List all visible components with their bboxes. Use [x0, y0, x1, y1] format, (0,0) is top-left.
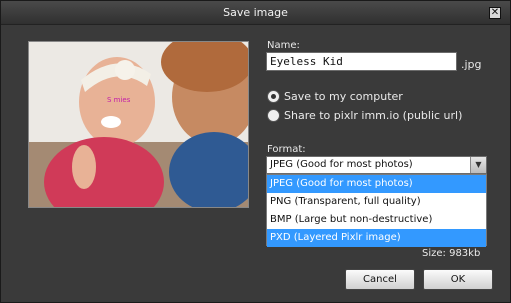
format-select[interactable]: JPEG (Good for most photos) ▼	[266, 156, 487, 174]
format-option-png[interactable]: PNG (Transparent, full quality)	[267, 193, 486, 211]
dialog-title: Save image	[223, 6, 288, 19]
title-bar[interactable]: Save image ✕	[1, 1, 510, 25]
radio-unselected-icon[interactable]	[267, 109, 280, 122]
format-option-bmp[interactable]: BMP (Large but non-destructive)	[267, 211, 486, 229]
format-option-jpeg[interactable]: JPEG (Good for most photos)	[267, 175, 486, 193]
radio-share-imm-io[interactable]: Share to pixlr imm.io (public url)	[267, 109, 462, 122]
name-field[interactable]: Eyeless Kid	[266, 52, 457, 71]
ok-button[interactable]: OK	[423, 269, 493, 290]
radio-label: Share to pixlr imm.io (public url)	[284, 109, 463, 122]
close-icon[interactable]: ✕	[489, 7, 501, 19]
chevron-down-icon[interactable]: ▼	[470, 157, 486, 173]
preview-overlay-text: S mies	[107, 96, 131, 104]
radio-save-to-computer[interactable]: Save to my computer	[267, 90, 403, 103]
radio-selected-icon[interactable]	[267, 90, 280, 103]
extension-label: .jpg	[461, 58, 482, 71]
cancel-button[interactable]: Cancel	[345, 269, 415, 290]
format-dropdown-list: JPEG (Good for most photos) PNG (Transpa…	[266, 174, 487, 247]
save-image-dialog: Save image ✕ S mies Name: Eyeless Kid .j…	[0, 0, 511, 303]
photo-thumbnail: S mies	[29, 42, 248, 207]
format-label: Format:	[267, 144, 306, 155]
file-size-label: Size: 983kb	[422, 248, 481, 259]
name-label: Name:	[267, 40, 300, 51]
format-selected-value: JPEG (Good for most photos)	[270, 159, 413, 170]
image-preview: S mies	[28, 41, 249, 208]
radio-label: Save to my computer	[284, 90, 403, 103]
format-option-pxd[interactable]: PXD (Layered Pixlr image)	[267, 229, 486, 247]
